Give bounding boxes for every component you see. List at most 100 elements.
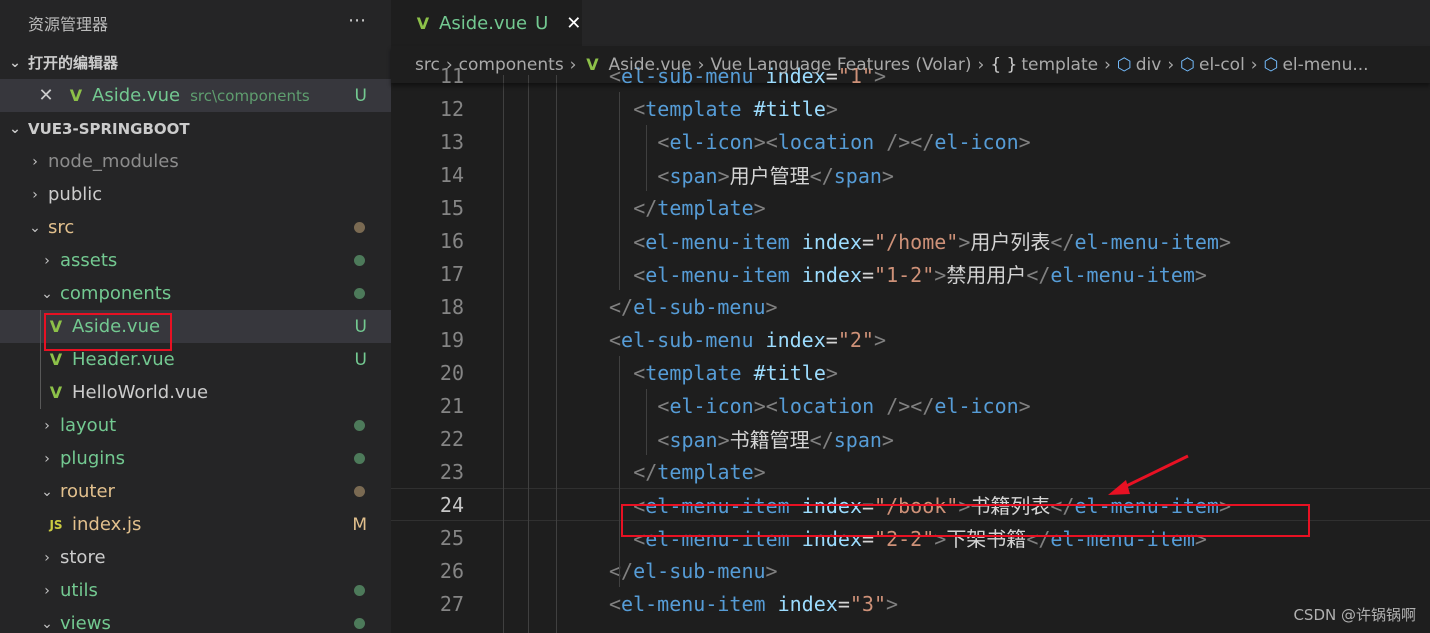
tree-item-assets[interactable]: › assets bbox=[0, 244, 391, 277]
open-editors-section[interactable]: ⌄ 打开的编辑器 bbox=[0, 46, 391, 79]
tree-item-label: views bbox=[60, 613, 111, 633]
tree-item-store[interactable]: › store bbox=[0, 541, 391, 574]
code-token: > bbox=[885, 591, 899, 616]
code-token: template bbox=[657, 195, 754, 220]
indent-guide bbox=[503, 75, 504, 633]
tree-item-router[interactable]: ⌄ router bbox=[0, 475, 391, 508]
code-line[interactable]: 23 </template> bbox=[391, 455, 1430, 488]
code-line[interactable]: 12 <template #title> bbox=[391, 92, 1430, 125]
braces-icon: { } bbox=[990, 54, 1018, 75]
code-token: #title bbox=[753, 360, 826, 385]
tree-item-src[interactable]: ⌄ src bbox=[0, 211, 391, 244]
breadcrumb-item[interactable]: el-col bbox=[1199, 55, 1245, 75]
code-line[interactable]: 27 <el-menu-item index="3"> bbox=[391, 587, 1430, 620]
tree-item-node-modules[interactable]: › node_modules bbox=[0, 145, 391, 178]
open-editor-item[interactable]: ✕ V Aside.vue src\components U bbox=[0, 79, 391, 112]
code-token: el-menu-item bbox=[1074, 230, 1219, 254]
code-line[interactable]: 20 <template #title> bbox=[391, 356, 1430, 389]
line-number: 20 bbox=[439, 360, 464, 385]
line-number: 17 bbox=[439, 261, 464, 286]
open-editor-path: src\components bbox=[190, 86, 310, 105]
code-line[interactable]: 16 <el-menu-item index="/home">用户列表</el-m… bbox=[391, 224, 1430, 257]
breadcrumb-item[interactable]: el-menu... bbox=[1282, 55, 1368, 75]
tree-item-label: store bbox=[60, 547, 106, 568]
code-token: >< bbox=[753, 129, 778, 154]
code-token: > bbox=[873, 327, 886, 352]
indent-guide bbox=[619, 356, 620, 587]
breadcrumb: src › components › V Aside.vue › Vue Lan… bbox=[391, 46, 1430, 83]
breadcrumb-item[interactable]: src bbox=[415, 55, 440, 75]
git-status-dot bbox=[354, 486, 365, 497]
code-token: span bbox=[833, 164, 882, 188]
code-token: el-icon bbox=[934, 393, 1019, 418]
code-line[interactable]: 14 <span>用户管理</span> bbox=[391, 158, 1430, 191]
code-token: template bbox=[657, 459, 754, 484]
code-editor[interactable]: 11 <el-sub-menu index="1"> 12 <template #ti… bbox=[391, 64, 1430, 633]
code-line[interactable]: 13 <el-icon><location /></el-icon> bbox=[391, 125, 1430, 158]
code-token: < bbox=[609, 327, 622, 352]
code-token: 禁用用户 bbox=[946, 263, 1027, 287]
more-actions-icon[interactable]: ⋯ bbox=[348, 10, 367, 31]
tree-item-index-js[interactable]: JS index.js M bbox=[0, 508, 391, 541]
tree-item-label: layout bbox=[60, 415, 117, 436]
close-icon[interactable]: ✕ bbox=[36, 85, 56, 106]
breadcrumb-item[interactable]: Vue Language Features (Volar) bbox=[710, 55, 971, 75]
tree-item-label: plugins bbox=[60, 448, 126, 469]
code-line[interactable]: 17 <el-menu-item index="1-2">禁用用户</el-men… bbox=[391, 257, 1430, 290]
tree-item-components[interactable]: ⌄ components bbox=[0, 277, 391, 310]
chevron-down-icon: ⌄ bbox=[9, 120, 21, 137]
tree-item-label: public bbox=[48, 184, 103, 205]
code-token: > bbox=[765, 558, 778, 583]
tree-item-layout[interactable]: › layout bbox=[0, 409, 391, 442]
code-token: > bbox=[753, 195, 766, 220]
tab-bar: V Aside.vue U ✕ bbox=[391, 0, 1430, 46]
code-text: <el-icon><location /></el-icon> bbox=[657, 130, 1030, 154]
tree-item-utils[interactable]: › utils bbox=[0, 574, 391, 607]
code-token: #title bbox=[753, 96, 826, 121]
watermark: CSDN @许锅锅啊 bbox=[1293, 606, 1416, 624]
close-tab-icon[interactable]: ✕ bbox=[566, 13, 581, 34]
breadcrumb-item[interactable]: div bbox=[1136, 55, 1162, 75]
line-number: 14 bbox=[439, 162, 464, 187]
code-token: < bbox=[657, 393, 670, 418]
code-token: = bbox=[837, 591, 850, 616]
code-token: < bbox=[633, 360, 646, 385]
code-line[interactable]: 18 </el-sub-menu> bbox=[391, 290, 1430, 323]
chevron-right-icon: › bbox=[445, 54, 453, 75]
breadcrumb-item[interactable]: template bbox=[1021, 55, 1098, 75]
code-token: < bbox=[633, 230, 646, 254]
tree-item-label: assets bbox=[60, 250, 118, 271]
chevron-right-icon: › bbox=[1250, 54, 1258, 75]
project-section[interactable]: ⌄ VUE3-SPRINGBOOT bbox=[0, 112, 391, 145]
chevron-down-icon: ⌄ bbox=[41, 483, 53, 500]
code-line[interactable]: 15 </template> bbox=[391, 191, 1430, 224]
code-token: > bbox=[765, 294, 778, 319]
code-token: el-menu-item bbox=[645, 230, 790, 254]
line-number: 22 bbox=[439, 426, 464, 451]
open-editors-label: 打开的编辑器 bbox=[28, 54, 119, 72]
breadcrumb-item[interactable]: components bbox=[459, 55, 564, 75]
code-line[interactable]: 21 <el-icon><location /></el-icon> bbox=[391, 389, 1430, 422]
tree-item-views[interactable]: ⌄ views bbox=[0, 607, 391, 633]
code-token: > bbox=[717, 428, 730, 452]
tab-aside-vue[interactable]: V Aside.vue U ✕ bbox=[391, 0, 582, 46]
code-line[interactable]: 22 <span>书籍管理</span> bbox=[391, 422, 1430, 455]
js-file-icon: JS bbox=[49, 517, 63, 532]
breadcrumb-item[interactable]: Aside.vue bbox=[608, 55, 691, 75]
chevron-right-icon: › bbox=[1104, 54, 1111, 75]
code-line[interactable]: 19 <el-sub-menu index="2"> bbox=[391, 323, 1430, 356]
code-token: = bbox=[862, 263, 875, 287]
code-token: < bbox=[657, 129, 670, 154]
code-line[interactable]: 26 </el-sub-menu> bbox=[391, 554, 1430, 587]
code-token: </ bbox=[633, 459, 658, 484]
tree-item-plugins[interactable]: › plugins bbox=[0, 442, 391, 475]
code-token: > bbox=[1018, 393, 1031, 418]
tree-item-public[interactable]: › public bbox=[0, 178, 391, 211]
code-token: "3" bbox=[849, 591, 886, 616]
tree-item-helloworld-vue[interactable]: V HelloWorld.vue bbox=[0, 376, 391, 409]
chevron-down-icon: ⌄ bbox=[29, 219, 41, 236]
